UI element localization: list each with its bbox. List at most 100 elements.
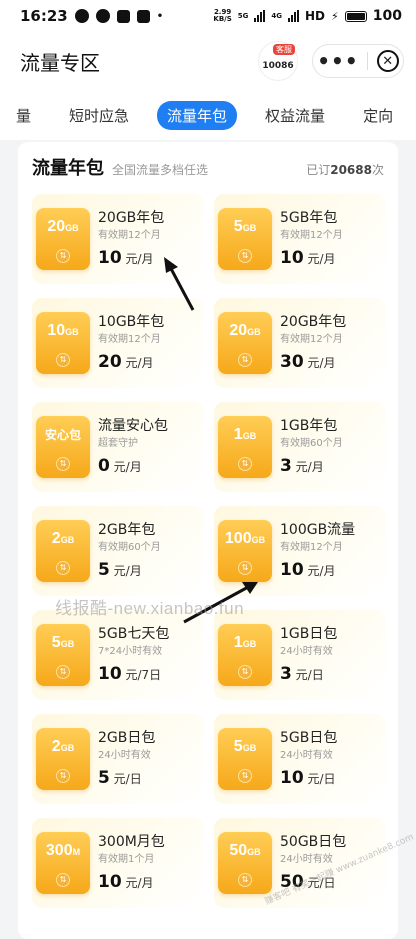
package-name: 10GB年包 xyxy=(98,314,165,330)
badge-coin-icon: ⇅ xyxy=(238,665,252,679)
package-card[interactable]: 20GB ⇅ 20GB年包 有效期12个月 10 元/月 xyxy=(32,194,204,284)
package-card[interactable]: 1GB ⇅ 1GB年包 有效期60个月 3 元/月 xyxy=(214,402,386,492)
package-name: 50GB日包 xyxy=(280,834,347,850)
package-info: 20GB年包 有效期12个月 10 元/月 xyxy=(98,209,164,269)
price-value: 10 xyxy=(280,768,304,788)
price-value: 0 xyxy=(98,456,110,476)
price-unit: 元/日 xyxy=(295,668,324,682)
package-card[interactable]: 100GB ⇅ 100GB流量 有效期12个月 10 元/月 xyxy=(214,506,386,596)
badge-unit: M xyxy=(72,847,81,857)
more-notifications-dot-icon: • xyxy=(156,10,164,22)
price-unit: 元/月 xyxy=(125,252,154,266)
package-desc: 24小时有效 xyxy=(280,646,333,657)
app-notification-icon xyxy=(116,9,130,23)
badge-unit: GB xyxy=(60,535,75,545)
badge-unit: GB xyxy=(65,223,79,233)
order-count-prefix: 已订 xyxy=(306,163,331,177)
package-name: 流量安心包 xyxy=(98,418,168,434)
package-card[interactable]: 2GB ⇅ 2GB年包 有效期60个月 5 元/月 xyxy=(32,506,204,596)
tab-traffic[interactable]: 量 xyxy=(6,101,41,130)
package-card[interactable]: 10GB ⇅ 10GB年包 有效期12个月 20 元/月 xyxy=(32,298,204,388)
tab-emergency[interactable]: 短时应急 xyxy=(59,101,139,130)
package-price: 3 元/日 xyxy=(280,664,337,685)
package-desc: 有效期60个月 xyxy=(98,542,161,553)
badge-text: 1GB xyxy=(234,634,256,653)
package-info: 5GB日包 24小时有效 10 元/日 xyxy=(280,729,337,789)
page-title: 流量专区 xyxy=(20,50,100,75)
signal-bars-2-icon xyxy=(288,10,300,22)
package-price: 10 元/月 xyxy=(280,560,355,581)
price-unit: 元/月 xyxy=(125,356,154,370)
watermark-text: 线报酷-new.xianbao.fun xyxy=(55,599,245,618)
price-value: 3 xyxy=(280,456,292,476)
badge-coin-icon: ⇅ xyxy=(238,873,252,887)
price-unit: 元/月 xyxy=(307,564,336,578)
package-card[interactable]: 2GB ⇅ 2GB日包 24小时有效 5 元/日 xyxy=(32,714,204,804)
status-left: 16:23 • xyxy=(20,7,163,25)
package-name: 1GB日包 xyxy=(280,626,338,642)
badge-text: 10GB xyxy=(47,322,78,341)
more-dots-icon[interactable]: ••• xyxy=(317,51,358,71)
badge-text: 1GB xyxy=(234,426,256,445)
price-value: 10 xyxy=(98,664,122,684)
badge-amount: 2 xyxy=(51,738,61,755)
package-info: 10GB年包 有效期12个月 20 元/月 xyxy=(98,313,164,373)
badge-coin-icon: ⇅ xyxy=(238,561,252,575)
price-unit: 元/7日 xyxy=(125,668,162,682)
package-badge-icon: 1GB ⇅ xyxy=(218,624,272,686)
package-desc: 7*24小时有效 xyxy=(98,646,163,657)
package-card[interactable]: 5GB ⇅ 5GB七天包 7*24小时有效 10 元/7日 xyxy=(32,610,204,700)
package-card[interactable]: 300M ⇅ 300M月包 有效期1个月 10 元/月 xyxy=(32,818,204,908)
package-info: 流量安心包 超套守护 0 元/月 xyxy=(98,417,168,477)
net-speed-unit: KB/S xyxy=(213,15,232,23)
badge-coin-icon: ⇅ xyxy=(56,873,70,887)
badge-text: 100GB xyxy=(225,530,265,549)
badge-coin-icon: ⇅ xyxy=(56,249,70,263)
tab-rights-traffic[interactable]: 权益流量 xyxy=(255,101,335,130)
price-value: 5 xyxy=(98,560,110,580)
price-value: 10 xyxy=(280,248,304,268)
package-badge-icon: 300M ⇅ xyxy=(36,832,90,894)
package-grid: 20GB ⇅ 20GB年包 有效期12个月 10 元/月 5GB ⇅ 5GB年包 有效期12个月… xyxy=(32,194,386,908)
package-badge-icon: 安心包 ⇅ xyxy=(36,416,90,478)
price-value: 5 xyxy=(98,768,110,788)
package-desc: 有效期12个月 xyxy=(280,230,343,241)
package-card[interactable]: 5GB ⇅ 5GB年包 有效期12个月 10 元/月 xyxy=(214,194,386,284)
package-card[interactable]: 1GB ⇅ 1GB日包 24小时有效 3 元/日 xyxy=(214,610,386,700)
package-price: 10 元/月 xyxy=(98,248,164,269)
package-desc: 24小时有效 xyxy=(280,750,333,761)
order-count-value: 20688 xyxy=(330,163,372,177)
package-name: 20GB年包 xyxy=(280,314,347,330)
wechat-icon xyxy=(95,9,110,23)
price-unit: 元/月 xyxy=(295,460,324,474)
customer-service-logo[interactable]: 客服 10086 xyxy=(258,41,298,81)
package-desc: 有效期60个月 xyxy=(280,438,343,449)
tab-directed[interactable]: 定向 xyxy=(353,101,403,130)
badge-text: 5GB xyxy=(234,218,256,237)
close-circle-icon[interactable]: ✕ xyxy=(376,50,399,72)
package-card[interactable]: 20GB ⇅ 20GB年包 有效期12个月 30 元/月 xyxy=(214,298,386,388)
badge-unit: GB xyxy=(60,743,75,753)
package-badge-icon: 5GB ⇅ xyxy=(36,624,90,686)
badge-amount: 2 xyxy=(51,530,61,547)
package-price: 10 元/月 xyxy=(280,248,343,269)
package-info: 5GB七天包 7*24小时有效 10 元/7日 xyxy=(98,625,169,685)
price-unit: 元/日 xyxy=(307,772,336,786)
package-badge-icon: 5GB ⇅ xyxy=(218,208,272,270)
battery-icon xyxy=(344,10,367,22)
package-badge-icon: 100GB ⇅ xyxy=(218,520,272,582)
package-info: 2GB日包 24小时有效 5 元/日 xyxy=(98,729,155,789)
package-price: 5 元/日 xyxy=(98,768,155,789)
badge-amount: 100 xyxy=(224,530,252,547)
badge-amount: 20 xyxy=(229,322,248,339)
badge-unit: GB xyxy=(242,743,257,753)
package-name: 5GB日包 xyxy=(280,730,338,746)
tab-annual-package[interactable]: 流量年包 xyxy=(157,100,238,130)
package-badge-icon: 2GB ⇅ xyxy=(36,728,90,790)
package-desc: 有效期12个月 xyxy=(280,542,343,553)
package-card[interactable]: 安心包 ⇅ 流量安心包 超套守护 0 元/月 xyxy=(32,402,204,492)
badge-amount: 10 xyxy=(47,322,66,339)
badge-text: 300M xyxy=(46,842,80,861)
badge-coin-icon: ⇅ xyxy=(56,769,70,783)
package-card[interactable]: 5GB ⇅ 5GB日包 24小时有效 10 元/日 xyxy=(214,714,386,804)
